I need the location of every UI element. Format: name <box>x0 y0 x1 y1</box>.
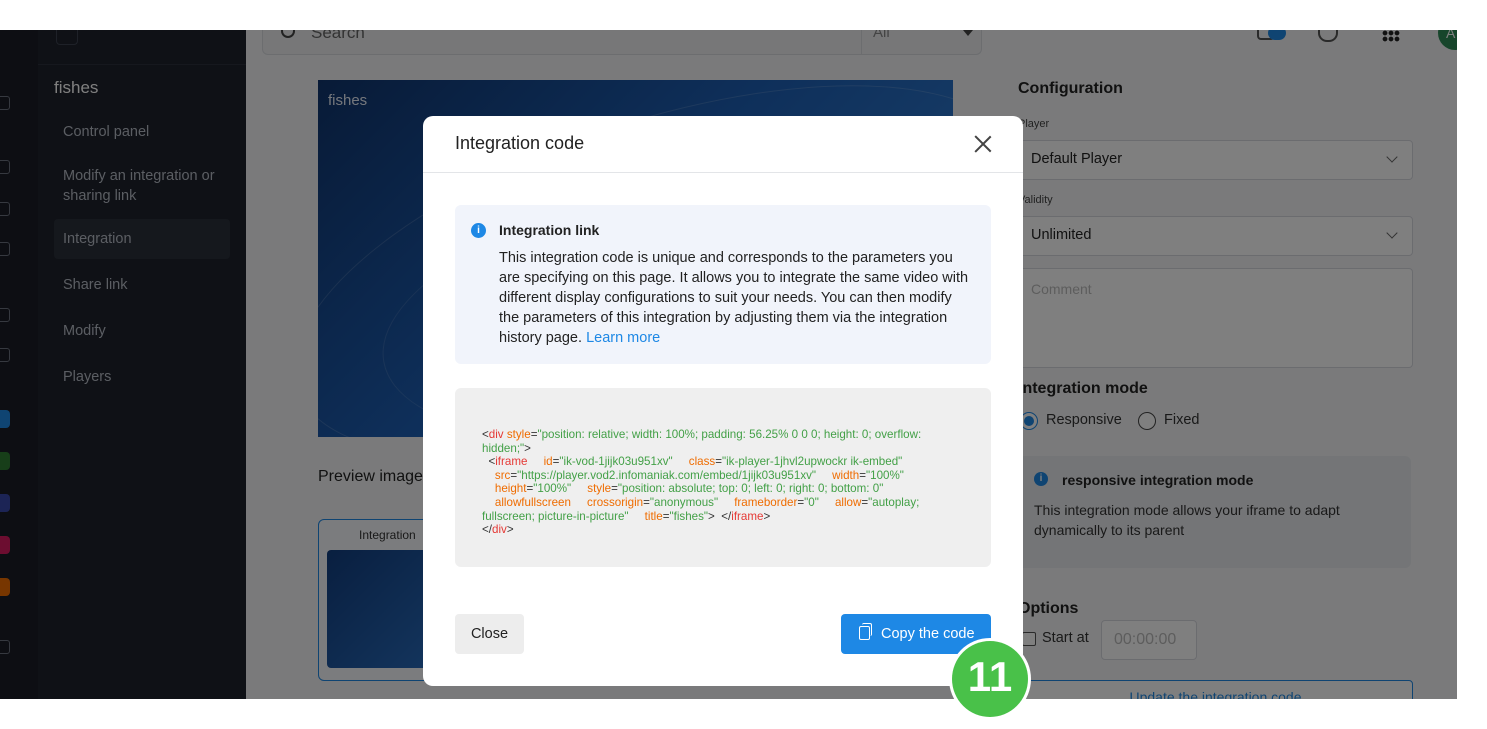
code-snippet: <div style="position: relative; width: 1… <box>482 428 925 537</box>
close-icon[interactable] <box>973 134 993 154</box>
code-block[interactable]: <div style="position: relative; width: 1… <box>455 388 991 567</box>
copy-code-label: Copy the code <box>881 626 975 642</box>
info-icon: i <box>471 223 486 238</box>
close-button[interactable]: Close <box>455 614 524 654</box>
info-text-block: This integration code is unique and corr… <box>499 248 969 348</box>
info-title: Integration link <box>499 222 600 238</box>
app-frame: fishes Control panel Modify an integrati… <box>0 30 1457 699</box>
modal-header: Integration code <box>423 116 1023 173</box>
code-iframe-id: ik-vod-1jijk03u951xv <box>563 455 669 469</box>
step-number-badge: 11 <box>952 641 1028 717</box>
integration-link-info: i Integration link This integration code… <box>455 205 991 364</box>
code-iframe-height: 100% <box>537 482 568 496</box>
modal-title: Integration code <box>455 133 585 153</box>
copy-icon-back <box>862 623 872 636</box>
code-frameborder: 0 <box>808 495 815 509</box>
code-iframe-style: position: absolute; top: 0; left: 0; rig… <box>622 482 880 496</box>
info-text: This integration code is unique and corr… <box>499 250 969 346</box>
code-crossorigin: anonymous <box>654 495 714 509</box>
code-title: fishes <box>673 509 704 523</box>
learn-more-link[interactable]: Learn more <box>586 330 660 346</box>
code-iframe-class: ik-player-1jhvl2upwockr ik-embed <box>726 455 899 469</box>
integration-code-modal: Integration code i Integration link This… <box>423 116 1023 686</box>
code-iframe-src: https://player.vod2.infomaniak.com/embed… <box>521 468 812 482</box>
code-allowfullscreen: allowfullscreen <box>494 495 571 509</box>
code-iframe-width: 100% <box>870 468 900 482</box>
code-div-style: position: relative; width: 100%; padding… <box>482 428 925 455</box>
